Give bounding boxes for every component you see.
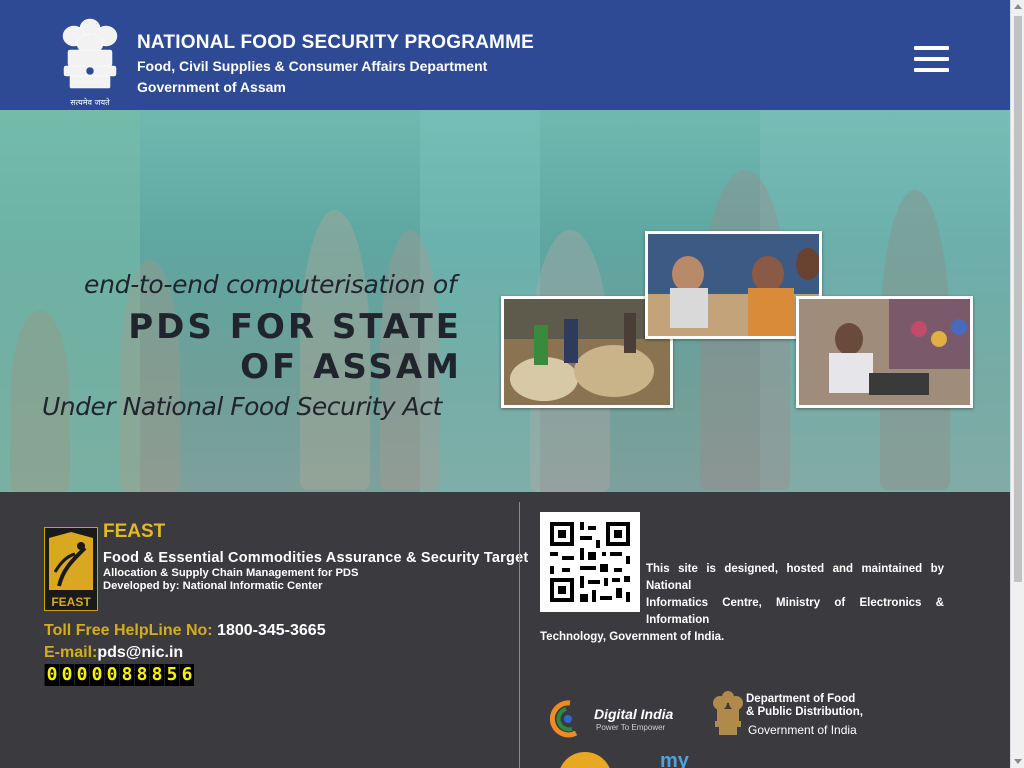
scroll-up-arrow-icon[interactable] xyxy=(1014,4,1022,9)
visitor-counter: 0000088856 xyxy=(44,664,194,686)
dept-food-line-1: Department of Food xyxy=(746,693,856,705)
site-title: NATIONAL FOOD SECURITY PROGRAMME xyxy=(137,32,534,53)
hamburger-menu-icon[interactable] xyxy=(912,44,950,74)
email-label: E-mail: xyxy=(44,644,98,661)
feast-logo-text: FEAST xyxy=(51,595,91,609)
digital-india-tagline: Power To Empower xyxy=(596,723,666,732)
mygov-logo[interactable]: my xyxy=(660,750,689,768)
site-info-line-2: Informatics Centre, Ministry of Electron… xyxy=(646,597,944,626)
counter-digit: 0 xyxy=(59,664,74,686)
feast-title: FEAST xyxy=(103,521,166,542)
footer-divider xyxy=(519,502,520,768)
scrollbar-thumb[interactable] xyxy=(1014,16,1022,582)
counter-digit: 5 xyxy=(164,664,179,686)
government-name: Government of Assam xyxy=(137,79,286,95)
feast-developer: Developed by: National Informatic Center xyxy=(103,580,323,592)
helpline: Toll Free HelpLine No: 1800-345-3665 xyxy=(44,622,326,640)
site-footer: FEAST FEAST Food & Essential Commodities… xyxy=(0,492,1010,768)
banner-line-4: Under National Food Security Act xyxy=(42,392,442,421)
dept-food-line-3: Government of India xyxy=(748,723,857,737)
counter-digit: 8 xyxy=(134,664,149,686)
counter-digit: 0 xyxy=(104,664,119,686)
banner-line-2: PDS FOR STATE xyxy=(128,307,462,347)
emblem-caption: सत्यमेव जयते xyxy=(70,97,110,107)
helpline-number: 1800-345-3665 xyxy=(217,622,326,639)
email: E-mail:pds@nic.in xyxy=(44,644,183,662)
site-info-line-3: Technology, Government of India. xyxy=(540,631,725,643)
site-header: सत्यमेव जयते NATIONAL FOOD SECURITY PROG… xyxy=(0,0,1010,110)
vertical-scrollbar[interactable] xyxy=(1010,0,1024,768)
email-link[interactable]: pds@nic.in xyxy=(97,644,183,661)
counter-digit: 6 xyxy=(179,664,194,686)
feast-full-name: Food & Essential Commodities Assurance &… xyxy=(103,550,529,566)
banner-photo-weighing xyxy=(796,296,973,408)
counter-digit: 0 xyxy=(89,664,104,686)
site-info-line-1: This site is designed, hosted and mainta… xyxy=(646,563,944,592)
dept-food-line-2: & Public Distribution, xyxy=(746,706,863,718)
counter-digit: 0 xyxy=(44,664,59,686)
department-name: Food, Civil Supplies & Consumer Affairs … xyxy=(137,58,488,74)
hero-banner: end-to-end computerisation of PDS FOR ST… xyxy=(0,110,1010,492)
header-titles: NATIONAL FOOD SECURITY PROGRAMME Food, C… xyxy=(137,32,534,98)
site-info: This site is designed, hosted and mainta… xyxy=(540,561,944,646)
scroll-down-arrow-icon[interactable] xyxy=(1014,759,1022,764)
counter-digit: 8 xyxy=(119,664,134,686)
banner-line-3: OF ASSAM xyxy=(240,347,462,387)
feast-logo: FEAST xyxy=(44,527,98,611)
banner-line-1: end-to-end computerisation of xyxy=(84,270,457,299)
feast-subtitle: Allocation & Supply Chain Management for… xyxy=(103,567,359,579)
counter-digit: 0 xyxy=(74,664,89,686)
helpline-label: Toll Free HelpLine No: xyxy=(44,622,213,639)
digital-india-logo[interactable]: Digital India Power To Empower xyxy=(549,697,682,739)
digital-india-name: Digital India xyxy=(594,706,674,722)
dept-food-logo[interactable]: Department of Food & Public Distribution… xyxy=(710,687,910,739)
page: सत्यमेव जयते NATIONAL FOOD SECURITY PROG… xyxy=(0,0,1024,768)
counter-digit: 8 xyxy=(149,664,164,686)
ashoka-emblem-icon: सत्यमेव जयते xyxy=(62,18,118,107)
